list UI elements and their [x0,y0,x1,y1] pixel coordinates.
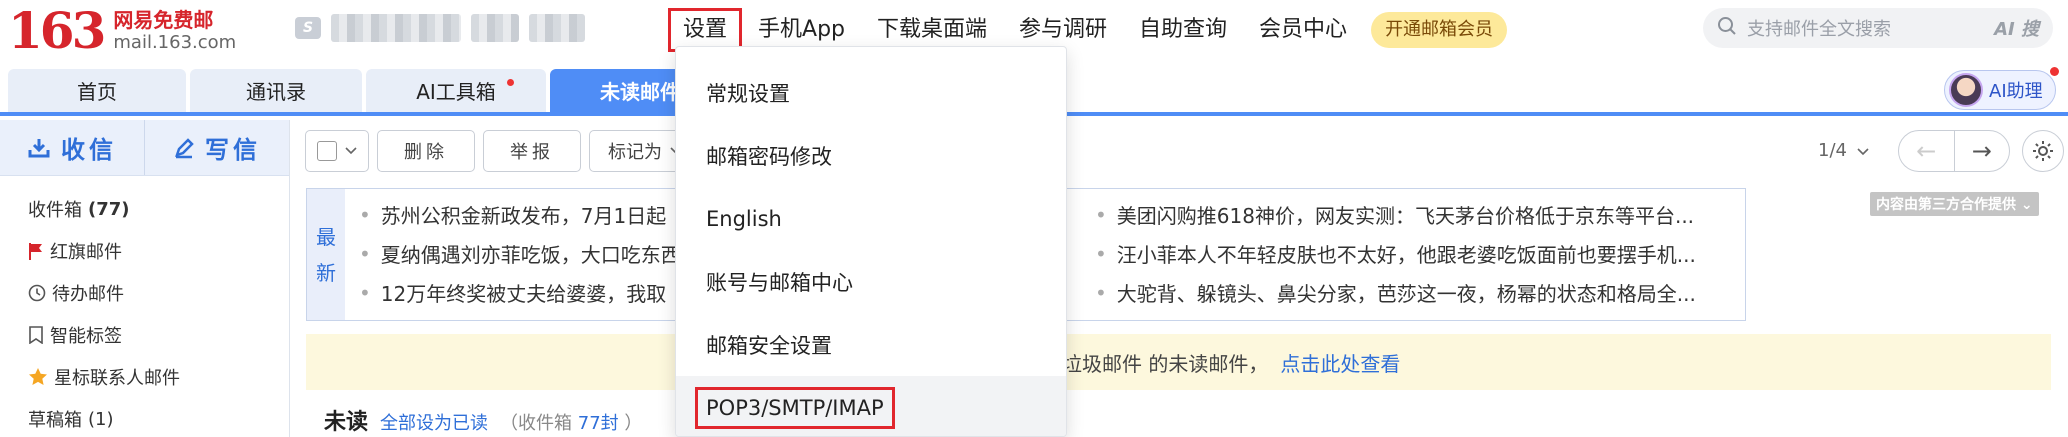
nav-member-center[interactable]: 会员中心 [1243,8,1363,52]
account-extra-blurred [529,14,585,42]
sidebar-item-todo[interactable]: 待办邮件 [0,272,289,314]
search-placeholder: 支持邮件全文搜索 [1747,19,1891,40]
inbox-count: (77) [88,198,130,220]
chevron-down-icon [1857,148,1869,156]
news-item[interactable]: 美团闪购推618神价，网友实测：飞天茅台价格低于京东等平台... [1095,195,1696,234]
unread-header: 未读 全部设为已读 （收件箱 77封 ） [324,404,642,436]
prev-page-button[interactable]: ← [1899,131,1955,171]
news-item[interactable]: 汪小菲本人不年轻皮肤也不太好，他跟老婆吃饭面前也要摆手机... [1095,234,1696,273]
settings-dropdown-menu: 常规设置 邮箱密码修改 English 账号与邮箱中心 邮箱安全设置 POP3/… [675,46,1067,437]
news-item[interactable]: 苏州公积金新政发布，7月1日起 [359,195,681,234]
search-icon [1717,16,1737,40]
checkbox-icon [317,141,337,161]
notification-dot [2050,67,2059,76]
bookmark-icon [29,326,43,344]
drafts-count: (1) [88,408,114,430]
nav-self-service[interactable]: 自助查询 [1123,8,1243,52]
menu-item-security-settings[interactable]: 邮箱安全设置 [676,313,1066,376]
sidebar-item-starred-contacts[interactable]: 星标联系人邮件 [0,356,289,398]
pen-icon [175,137,194,158]
unread-title: 未读 [324,410,369,435]
ai-assistant-label: AI助理 [1989,81,2043,102]
logo-number: 163 [8,1,106,60]
news-item[interactable]: 12万年终奖被丈夫给婆婆，我取 [359,273,681,312]
search-input[interactable]: 支持邮件全文搜索 AI 搜 [1703,8,2053,48]
sidebar-item-drafts[interactable]: 草稿箱 (1) [0,398,289,437]
logo[interactable]: 163 网易免费邮 mail.163.com [8,4,236,58]
account-name-blurred [331,14,461,42]
red-flag-icon [29,243,42,260]
view-unread-link[interactable]: 点击此处查看 [1280,348,1400,377]
sidebar-item-inbox[interactable]: 收件箱 (77) [0,188,289,230]
page-indicator[interactable]: 1/4 [1818,140,1869,161]
news-item[interactable]: 大驼背、躲镜头、鼻尖分家，芭莎这一夜，杨幂的状态和格局全... [1095,273,1696,312]
menu-item-password-change[interactable]: 邮箱密码修改 [676,124,1066,187]
tab-home[interactable]: 首页 [8,69,186,112]
account-extra-blurred [471,14,519,42]
notification-dot [507,79,514,86]
menu-item-general-settings[interactable]: 常规设置 [676,61,1066,124]
news-label: 最 新 [307,189,345,320]
inbox-download-icon [28,138,50,157]
account-info[interactable]: S [295,14,585,42]
menu-item-pop3-smtp-imap[interactable]: POP3/SMTP/IMAP [676,376,1066,436]
third-party-badge[interactable]: 内容由第三方合作提供 ⌄ [1870,192,2039,216]
gear-icon [2033,141,2053,161]
report-button[interactable]: 举报 [483,130,581,172]
ai-assistant-button[interactable]: AI助理 [1944,67,2059,110]
logo-cn: 网易免费邮 [113,8,214,32]
inbox-unread-count-link[interactable]: 77封 [578,413,619,434]
mark-all-read-link[interactable]: 全部设为已读 [380,409,488,435]
write-mail-button[interactable]: 写信 [144,120,289,175]
logo-domain: mail.163.com [113,32,237,53]
tab-ai-toolbox[interactable]: AI工具箱 [366,69,546,112]
sidebar: 收信 写信 收件箱 (77) 红旗邮件 待办邮件 智能标签 星标联系人邮件 草稿… [0,120,290,437]
news-item[interactable]: 夏纳偶遇刘亦菲吃饭，大口吃东西 [359,234,681,273]
tab-contacts[interactable]: 通讯录 [190,69,362,112]
ai-search-button[interactable]: AI 搜 [1994,15,2039,41]
delete-button[interactable]: 删除 [377,130,475,172]
vip-button[interactable]: 开通邮箱会员 [1371,12,1508,48]
sidebar-item-smart-tags[interactable]: 智能标签 [0,314,289,356]
account-type-icon: S [295,17,321,39]
menu-item-english[interactable]: English [676,187,1066,250]
star-icon [29,368,47,385]
page-arrows: ← → [1898,130,2010,172]
chevron-down-icon [345,147,357,155]
clock-icon [28,284,46,302]
ai-assistant-avatar [1949,73,1983,107]
next-page-button[interactable]: → [1955,131,2010,171]
select-all-checkbox[interactable] [305,130,369,172]
menu-item-account-center[interactable]: 账号与邮箱中心 [676,250,1066,313]
unread-notice: ，垃圾邮件 的未读邮件， 点击此处查看 [306,334,2051,390]
sidebar-item-flagged[interactable]: 红旗邮件 [0,230,289,272]
mail-toolbar: 删除 举报 标记为 [305,130,701,172]
settings-button[interactable] [2022,130,2064,172]
receive-mail-button[interactable]: 收信 [0,120,144,175]
